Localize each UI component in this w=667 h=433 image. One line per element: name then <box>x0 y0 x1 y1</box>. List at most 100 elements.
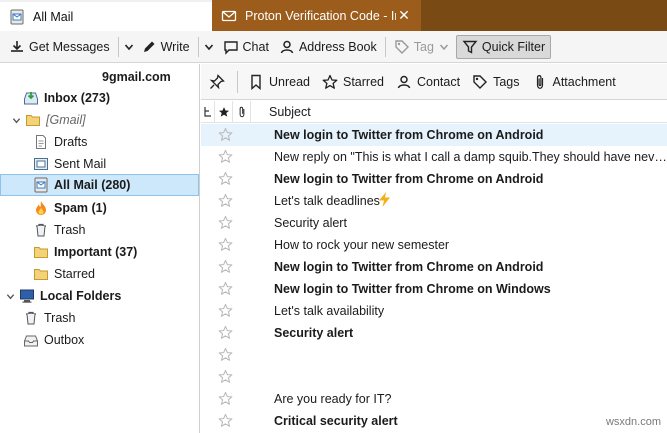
computer-icon <box>19 288 35 304</box>
chevron-down-icon[interactable] <box>122 35 136 59</box>
close-icon[interactable]: ✕ <box>396 7 412 24</box>
folder-important[interactable]: Important (37) <box>0 241 199 263</box>
thread-row[interactable]: Security alert <box>201 212 667 234</box>
lightning-icon <box>375 192 391 207</box>
folder-spam[interactable]: Spam (1) <box>0 197 199 219</box>
thread-row[interactable]: Let's talk deadlines <box>201 190 667 212</box>
tag-icon <box>472 74 488 90</box>
thread-row[interactable] <box>201 366 667 388</box>
sent-icon <box>33 156 49 172</box>
filter-attachment-button[interactable]: Attachment <box>526 69 622 95</box>
thread-subject: How to rock your new semester <box>274 238 450 252</box>
thread-row[interactable] <box>201 344 667 366</box>
folder-outbox[interactable]: Outbox <box>0 329 199 351</box>
star-icon[interactable] <box>218 281 233 296</box>
pencil-icon <box>141 39 157 55</box>
thread-subject: New login to Twitter from Chrome on Andr… <box>274 128 544 142</box>
thread-row[interactable]: Critical security alert <box>201 410 667 432</box>
star-icon[interactable] <box>218 171 233 186</box>
folder-icon <box>33 244 49 260</box>
thread-subject: New reply on "This is what I call a damp… <box>274 150 667 164</box>
folder-label: Trash <box>54 223 86 237</box>
thread-row[interactable]: New login to Twitter from Chrome on Wind… <box>201 278 667 300</box>
folder-drafts[interactable]: Drafts <box>0 131 199 153</box>
thread-list: New login to Twitter from Chrome on Andr… <box>201 124 667 433</box>
star-icon[interactable] <box>218 215 233 230</box>
thread-row[interactable]: Security alert <box>201 322 667 344</box>
tab-all-mail[interactable]: All Mail <box>0 0 212 31</box>
folder-gmail[interactable]: [Gmail] <box>0 109 199 131</box>
contact-person-icon <box>279 39 295 55</box>
quick-filter-bar: Unread Starred Contact Tags Attachment <box>201 64 667 100</box>
address-book-label: Address Book <box>298 39 377 54</box>
thread-row[interactable]: How to rock your new semester <box>201 234 667 256</box>
folder-trash[interactable]: Trash <box>0 219 199 241</box>
address-book-button[interactable]: Address Book <box>274 35 382 59</box>
folder-label: Outbox <box>44 333 85 347</box>
flame-icon <box>33 200 49 216</box>
thread-row[interactable]: New login to Twitter from Chrome on Andr… <box>201 256 667 278</box>
subject-column-header[interactable]: Subject <box>251 105 311 119</box>
chat-button[interactable]: Chat <box>218 35 274 59</box>
get-messages-button[interactable]: Get Messages <box>4 35 115 59</box>
mail-folder-icon <box>9 9 25 25</box>
chat-label: Chat <box>242 39 269 54</box>
folder-local-folders[interactable]: Local Folders <box>0 285 199 307</box>
star-icon[interactable] <box>218 347 233 362</box>
star-icon[interactable] <box>218 259 233 274</box>
chevron-down-icon[interactable] <box>202 35 216 59</box>
filter-unread-button[interactable]: Unread <box>242 69 316 95</box>
paperclip-icon[interactable] <box>233 100 251 123</box>
star-icon[interactable] <box>218 149 233 164</box>
star-icon[interactable] <box>218 237 233 252</box>
thread-subject: Security alert <box>274 216 347 230</box>
account-email: 9gmail.com <box>102 70 171 84</box>
main-toolbar: Get Messages Write Chat Address Book Tag <box>0 31 667 63</box>
star-icon[interactable] <box>218 369 233 384</box>
folder-inbox[interactable]: Inbox (273) <box>0 87 199 109</box>
folder-local-trash[interactable]: Trash <box>0 307 199 329</box>
filter-tags-button[interactable]: Tags <box>466 69 525 95</box>
divider <box>197 36 199 57</box>
filter-starred-button[interactable]: Starred <box>316 69 390 95</box>
folder-sent-mail[interactable]: Sent Mail <box>0 153 199 175</box>
quick-filter-button[interactable]: Quick Filter <box>455 34 552 59</box>
thread-subject: Let's talk availability <box>274 304 385 318</box>
star-icon[interactable] <box>218 127 233 142</box>
divider <box>384 36 386 57</box>
tab-proton-verification[interactable]: Proton Verification Code - In ✕ <box>212 0 421 31</box>
chevron-down-icon[interactable] <box>4 290 16 302</box>
thread-column-icon[interactable] <box>201 100 215 123</box>
folder-pane: 9gmail.com Inbox (273) [Gmail] Drafts Se… <box>0 64 200 433</box>
star-icon[interactable] <box>218 413 233 428</box>
folder-starred[interactable]: Starred <box>0 263 199 285</box>
star-column-icon[interactable] <box>215 100 233 123</box>
filter-contact-button[interactable]: Contact <box>390 69 466 95</box>
folder-all-mail[interactable]: All Mail (280) <box>0 174 199 196</box>
bookmark-icon <box>248 74 264 90</box>
star-icon <box>322 74 338 90</box>
thread-subject: Are you ready for IT? <box>274 392 392 406</box>
star-icon[interactable] <box>218 325 233 340</box>
thread-row[interactable]: New login to Twitter from Chrome on Andr… <box>201 168 667 190</box>
star-icon[interactable] <box>218 391 233 406</box>
write-button[interactable]: Write <box>136 35 195 59</box>
folder-label: Local Folders <box>40 289 122 303</box>
tag-label: Tag <box>413 39 434 54</box>
sticky-filter-button[interactable] <box>201 69 233 95</box>
tag-button[interactable]: Tag <box>389 35 454 59</box>
chevron-down-icon[interactable] <box>10 114 22 126</box>
star-icon[interactable] <box>218 303 233 318</box>
envelope-icon <box>221 8 237 24</box>
account-row[interactable]: 9gmail.com <box>0 66 199 88</box>
thread-row[interactable]: New reply on "This is what I call a damp… <box>201 146 667 168</box>
thread-row[interactable]: Let's talk availability <box>201 300 667 322</box>
filter-icon <box>462 39 478 55</box>
star-icon[interactable] <box>218 193 233 208</box>
thread-subject: Let's talk deadlines <box>274 194 380 208</box>
watermark: wsxdn.com <box>605 416 661 428</box>
thread-row[interactable]: Are you ready for IT? <box>201 388 667 410</box>
folder-label: Important (37) <box>54 245 138 259</box>
thread-row[interactable]: New login to Twitter from Chrome on Andr… <box>201 124 667 146</box>
lightning-icon <box>379 192 390 207</box>
